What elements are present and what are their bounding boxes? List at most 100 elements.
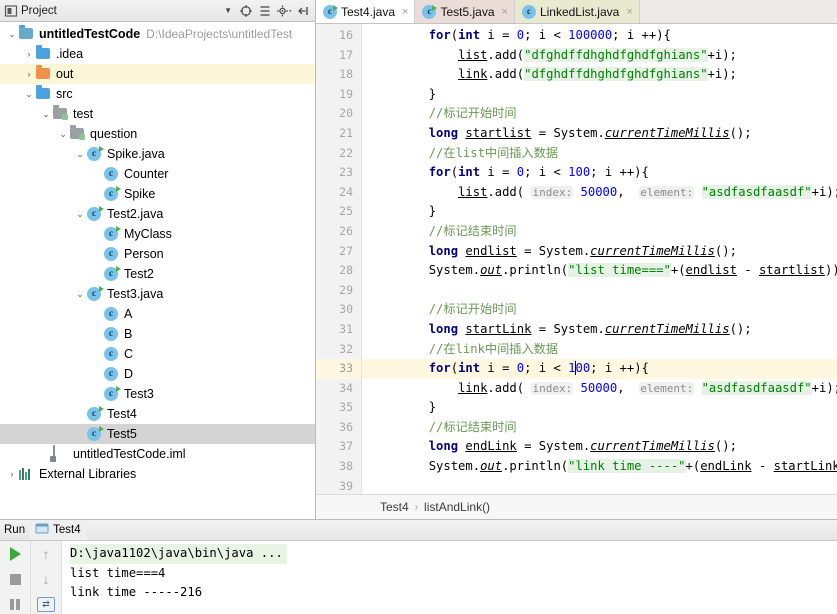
- code-line[interactable]: long endlist = System.currentTimeMillis(…: [362, 242, 837, 262]
- java-class-run-icon: c: [104, 386, 120, 402]
- code-line[interactable]: //标记开始时间: [362, 300, 837, 320]
- chevron-down-icon[interactable]: ⌄: [74, 148, 86, 160]
- tree-item-label: Spike: [124, 187, 156, 201]
- tree-item-label: Test3: [124, 387, 154, 401]
- code-line[interactable]: System.out.println("list time==="+(endli…: [362, 261, 837, 281]
- code-line[interactable]: [362, 281, 837, 301]
- code-line[interactable]: //在link中间插入数据: [362, 340, 837, 360]
- chevron-right-icon[interactable]: ›: [6, 468, 18, 480]
- tree-item-src[interactable]: ⌄ src: [0, 84, 315, 104]
- java-class-icon: c: [521, 5, 536, 19]
- code-line[interactable]: link.add( index: 50000, element: "asdfas…: [362, 379, 837, 399]
- tree-item-untitledtestcode-iml[interactable]: untitledTestCode.iml: [0, 444, 315, 464]
- tree-item-test[interactable]: ⌄ test: [0, 104, 315, 124]
- editor-tab-test5-java[interactable]: c Test5.java ×: [415, 0, 515, 23]
- code-line[interactable]: for(int i = 0; i < 100; i ++){: [362, 163, 837, 183]
- tree-item-test4[interactable]: c Test4: [0, 404, 315, 424]
- breadcrumb: Test4 › listAndLink(): [316, 494, 837, 519]
- tree-item-spike[interactable]: c Spike: [0, 184, 315, 204]
- code-line[interactable]: //在list中间插入数据: [362, 144, 837, 164]
- tree-item-label: src: [56, 87, 73, 101]
- chevron-right-icon[interactable]: ›: [23, 48, 35, 60]
- console-output[interactable]: D:\java1102\java\bin\java ... list time==…: [62, 541, 837, 614]
- tree-item-label: C: [124, 347, 134, 361]
- code-line[interactable]: link.add("dfghdffdhghdfghdfghians"+i);: [362, 65, 837, 85]
- code-line[interactable]: [362, 477, 837, 494]
- close-icon[interactable]: ×: [502, 6, 508, 18]
- java-class-icon: c: [104, 166, 120, 182]
- tree-item-c[interactable]: cC: [0, 344, 315, 364]
- settings-gear-icon[interactable]: [276, 3, 292, 19]
- scroll-down-button[interactable]: ↓: [36, 569, 56, 589]
- rerun-button[interactable]: [5, 544, 25, 564]
- hide-panel-icon[interactable]: [295, 3, 311, 19]
- code-line[interactable]: list.add("dfghdffdhghdfghdfghians"+i);: [362, 46, 837, 66]
- tree-item-person[interactable]: c Person: [0, 244, 315, 264]
- tree-item-test2[interactable]: c Test2: [0, 264, 315, 284]
- chevron-down-icon[interactable]: ⌄: [74, 288, 86, 300]
- breadcrumb-class[interactable]: Test4: [380, 500, 409, 514]
- tree-item-out[interactable]: › out: [0, 64, 315, 84]
- console-line: D:\java1102\java\bin\java ...: [70, 544, 287, 564]
- folder-icon: [53, 105, 69, 122]
- tree-item-myclass[interactable]: c MyClass: [0, 224, 315, 244]
- run-left-toolbar: [0, 541, 31, 614]
- code-line[interactable]: //标记结束时间: [362, 222, 837, 242]
- code-line[interactable]: }: [362, 398, 837, 418]
- code-line[interactable]: }: [362, 202, 837, 222]
- code-line[interactable]: for(int i = 0; i < 100000; i ++){: [362, 26, 837, 46]
- tree-item-untitledtestcode[interactable]: ⌄ untitledTestCode D:\IdeaProjects\untitle…: [0, 24, 315, 44]
- tree-item-a[interactable]: cA: [0, 304, 315, 324]
- editor-tab-test4-java[interactable]: c Test4.java ×: [316, 0, 416, 23]
- pause-button[interactable]: [5, 594, 25, 614]
- tree-item-label: untitledTestCode.iml: [73, 447, 186, 461]
- collapse-all-icon[interactable]: [257, 3, 273, 19]
- code-line[interactable]: }: [362, 85, 837, 105]
- tree-item-d[interactable]: cD: [0, 364, 315, 384]
- locate-icon[interactable]: [238, 3, 254, 19]
- line-number: 18: [339, 67, 353, 82]
- tree-item-counter[interactable]: c Counter: [0, 164, 315, 184]
- stop-button[interactable]: [5, 569, 25, 589]
- breadcrumb-separator: ›: [414, 501, 419, 513]
- soft-wrap-button[interactable]: ⇄: [36, 594, 56, 614]
- chevron-down-icon[interactable]: ⌄: [57, 128, 69, 140]
- code-editor[interactable]: 16 17 18 19 20 21 22 23 24 25 26 27 28 29 30 31 32 33 34 35…: [316, 24, 837, 494]
- tree-item-test3[interactable]: c Test3: [0, 384, 315, 404]
- code-line[interactable]: //标记结束时间: [362, 418, 837, 438]
- chevron-down-icon[interactable]: ⌄: [6, 28, 18, 40]
- chevron-down-icon[interactable]: ⌄: [23, 88, 35, 100]
- chevron-right-icon[interactable]: ›: [23, 68, 35, 80]
- tree-item-spike-java[interactable]: ⌄ c Spike.java: [0, 144, 315, 164]
- line-number: 30: [339, 302, 353, 317]
- code-line[interactable]: list.add( index: 50000, element: "asdfas…: [362, 183, 837, 203]
- code-line[interactable]: long endLink = System.currentTimeMillis(…: [362, 437, 837, 457]
- tree-item-label: A: [124, 307, 133, 321]
- run-config-tab[interactable]: Test4: [29, 520, 87, 540]
- tree-item-test5[interactable]: c Test5: [0, 424, 315, 444]
- close-icon[interactable]: ×: [402, 6, 408, 18]
- tree-item-test2-java[interactable]: ⌄ c Test2.java: [0, 204, 315, 224]
- tree-item-external-libraries[interactable]: › External Libraries: [0, 464, 315, 484]
- chevron-down-icon[interactable]: ⌄: [40, 108, 52, 120]
- editor-tab-label: LinkedList.java: [539, 4, 620, 19]
- code-text[interactable]: for(int i = 0; i < 100000; i ++){ list.a…: [362, 24, 837, 494]
- tree-item-b[interactable]: cB: [0, 324, 315, 344]
- tree-item-question[interactable]: ⌄ question: [0, 124, 315, 144]
- editor-tab-bar[interactable]: c Test4.java × c Test5.java × c LinkedList.java…: [316, 0, 837, 24]
- close-icon[interactable]: ×: [626, 6, 632, 18]
- breadcrumb-method[interactable]: listAndLink(): [424, 500, 490, 514]
- project-tree[interactable]: ⌄ untitledTestCode D:\IdeaProjects\untitle…: [0, 22, 315, 519]
- scroll-up-button[interactable]: ↑: [36, 544, 56, 564]
- java-class-run-icon: c: [104, 226, 120, 242]
- code-line[interactable]: long startlist = System.currentTimeMilli…: [362, 124, 837, 144]
- tree-item-test3-java[interactable]: ⌄ c Test3.java: [0, 284, 315, 304]
- chevron-down-icon[interactable]: ⌄: [74, 208, 86, 220]
- editor-tab-linkedlist-java[interactable]: c LinkedList.java ×: [514, 0, 640, 23]
- tree-item--idea[interactable]: › .idea: [0, 44, 315, 64]
- code-line[interactable]: //标记开始时间: [362, 104, 837, 124]
- code-line[interactable]: System.out.println("link time ----"+(end…: [362, 457, 837, 477]
- code-line[interactable]: for(int i = 0; i < 100; i ++){: [362, 359, 837, 379]
- chevron-down-icon[interactable]: ▼: [224, 6, 238, 15]
- code-line[interactable]: long startLink = System.currentTimeMilli…: [362, 320, 837, 340]
